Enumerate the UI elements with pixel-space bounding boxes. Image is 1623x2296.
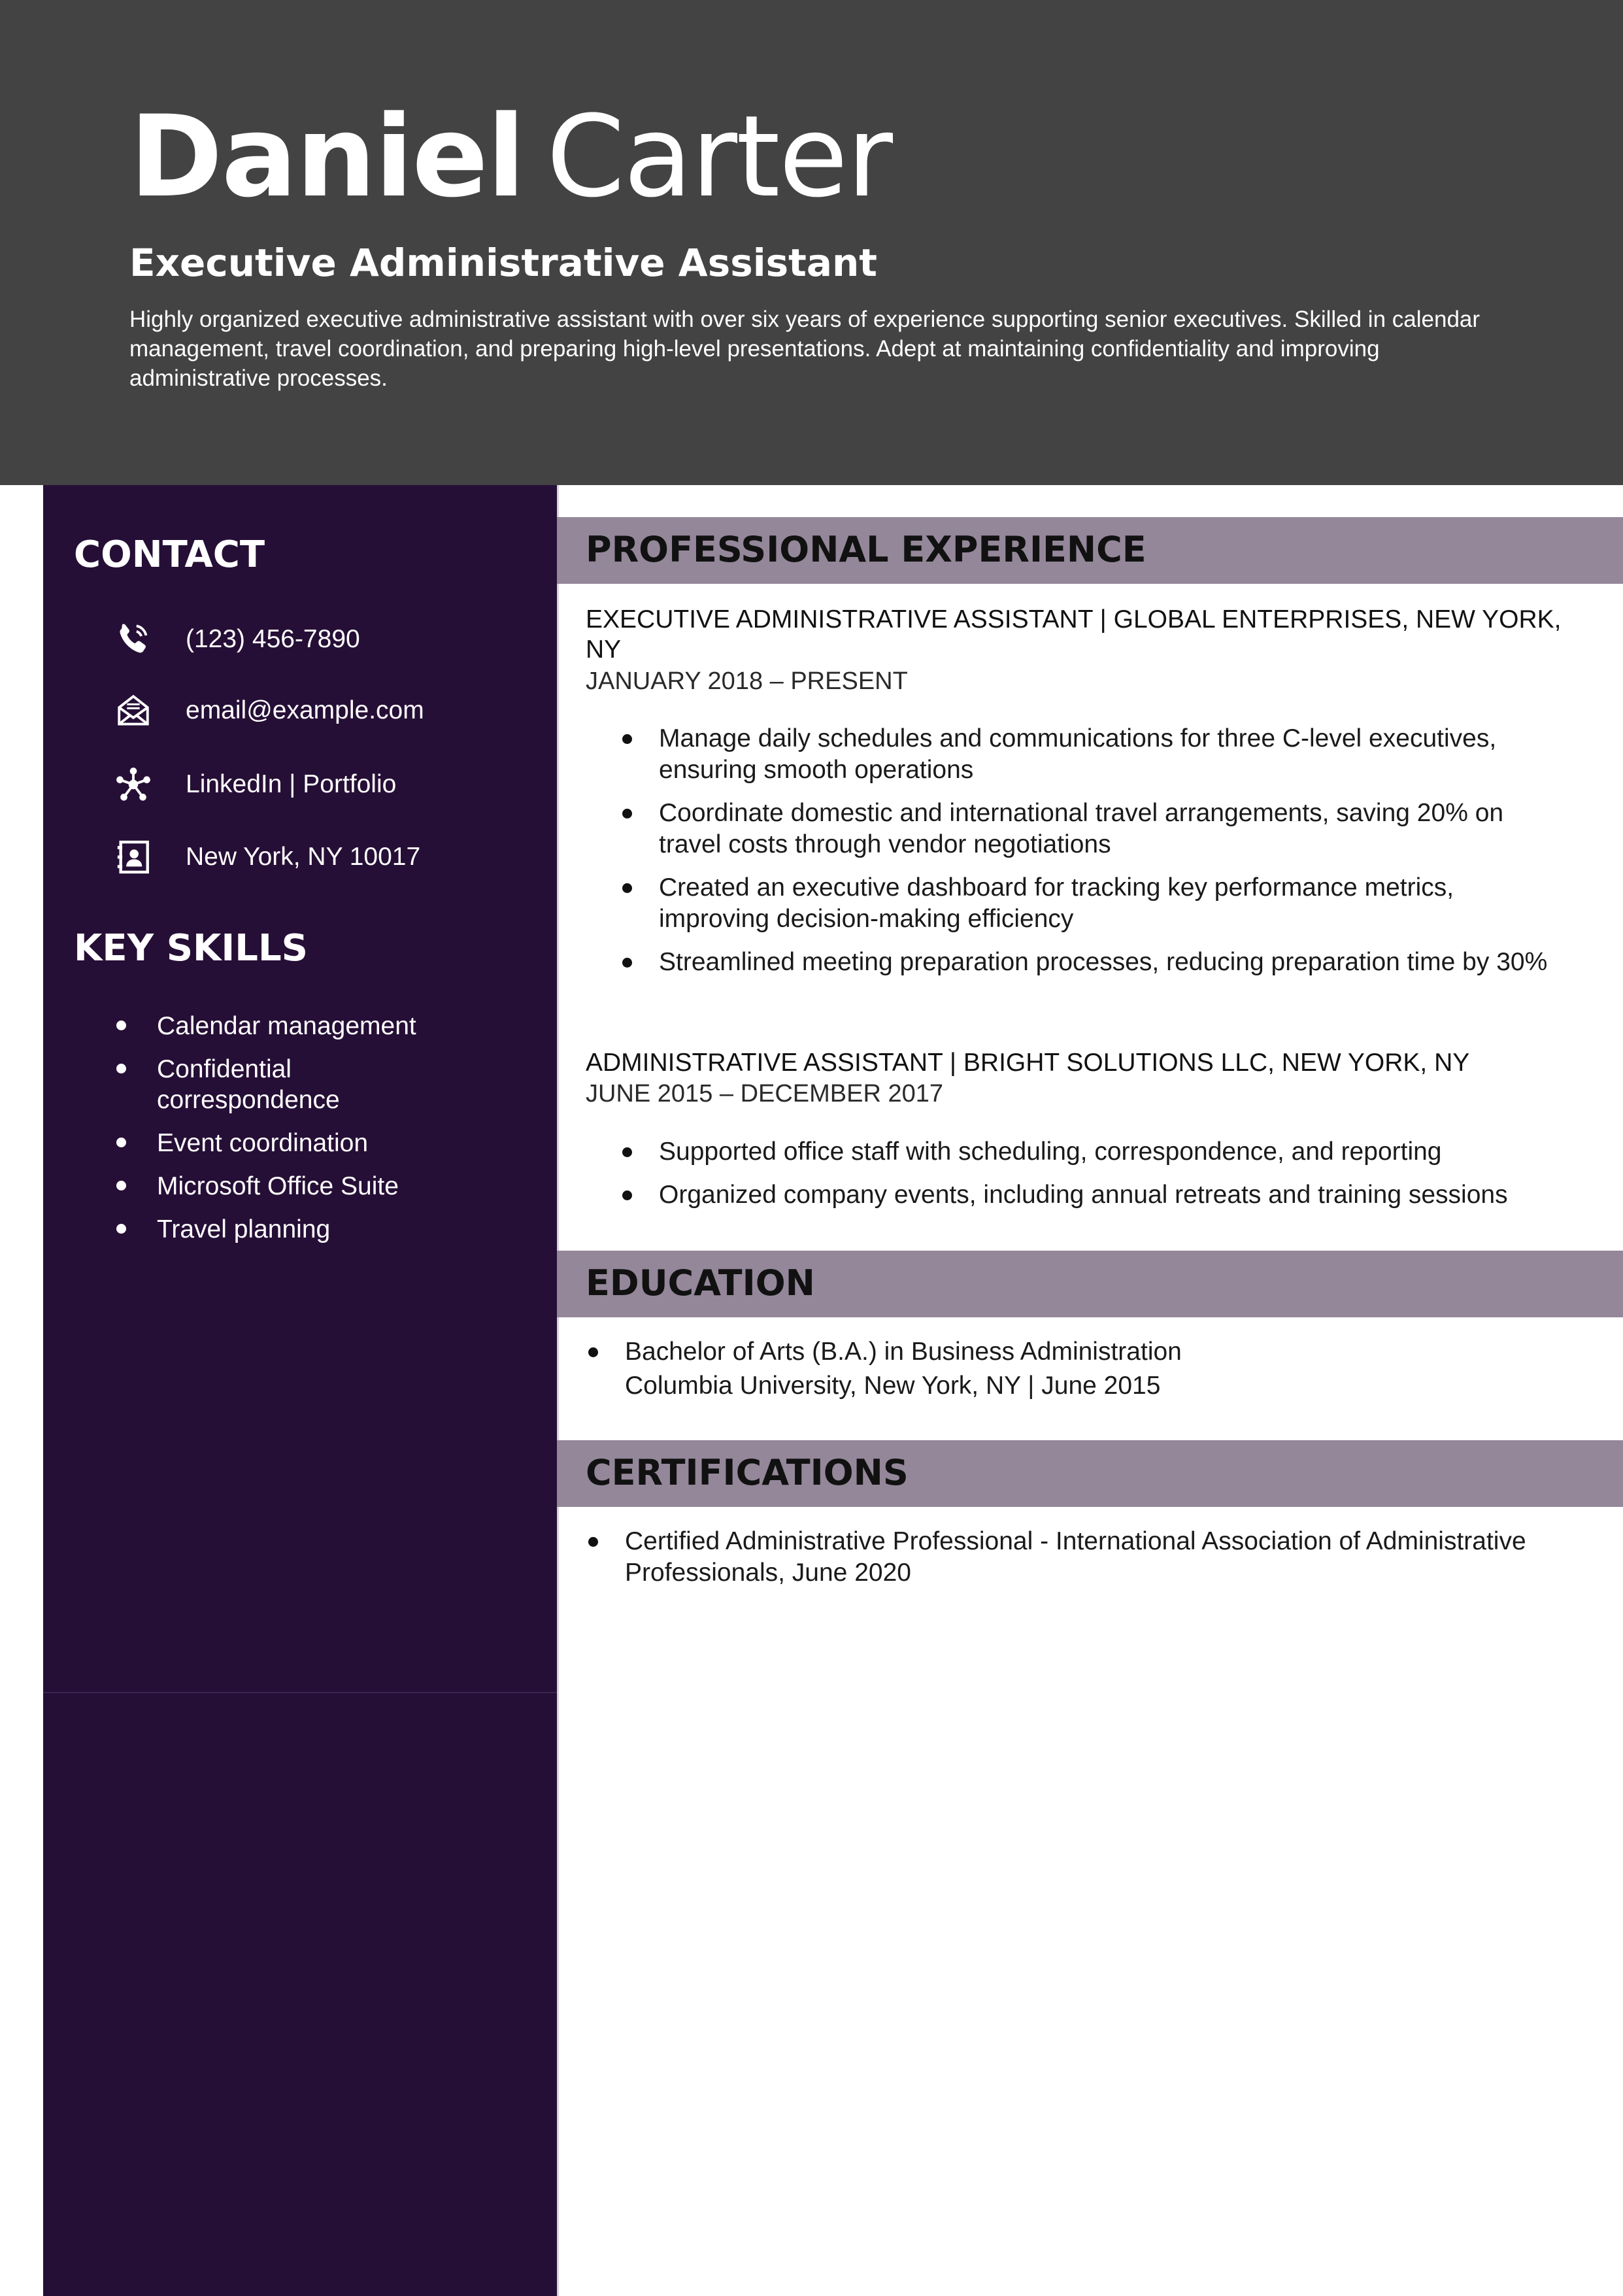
email-address: email@example.com xyxy=(186,696,424,724)
list-item: Created an executive dashboard for track… xyxy=(621,872,1562,935)
list-item: Streamlined meeting preparation processe… xyxy=(621,947,1562,978)
job-dates: JANUARY 2018 – PRESENT xyxy=(586,667,908,695)
list-item: Event coordination xyxy=(114,1128,532,1158)
phone-icon xyxy=(114,620,153,659)
bullet-icon xyxy=(116,1181,126,1190)
bullet-icon xyxy=(622,958,632,968)
bullet-icon xyxy=(622,883,632,893)
bullet-icon xyxy=(116,1224,126,1234)
network-icon xyxy=(114,765,153,804)
job-bullets: Manage daily schedules and communication… xyxy=(621,723,1562,990)
job-bullets: Supported office staff with scheduling, … xyxy=(621,1136,1601,1223)
column-divider xyxy=(557,485,559,2296)
first-name: Daniel xyxy=(129,91,526,222)
resume-header: Daniel Carter Executive Administrative As… xyxy=(0,0,1623,485)
location: New York, NY 10017 xyxy=(186,843,421,871)
list-item: Certified Administrative Professional - … xyxy=(587,1526,1594,1589)
linkedin-portfolio-links: LinkedIn | Portfolio xyxy=(186,770,397,798)
list-item: Supported office staff with scheduling, … xyxy=(621,1136,1601,1168)
contact-heading: CONTACT xyxy=(74,533,265,576)
school: Columbia University, New York, NY | June… xyxy=(625,1372,1161,1400)
section-title: PROFESSIONAL EXPERIENCE xyxy=(586,529,1146,570)
sidebar xyxy=(43,485,557,2296)
section-header-certifications: CERTIFICATIONS xyxy=(557,1440,1623,1507)
section-title: CERTIFICATIONS xyxy=(586,1452,909,1493)
last-name: Carter xyxy=(546,91,893,222)
bullet-icon xyxy=(588,1537,598,1547)
list-item: Organized company events, including annu… xyxy=(621,1179,1601,1211)
professional-summary: Highly organized executive administrativ… xyxy=(129,307,1481,391)
bullet-icon xyxy=(116,1138,126,1147)
envelope-icon xyxy=(114,691,153,730)
key-skills-heading: KEY SKILLS xyxy=(74,927,308,970)
list-item: Manage daily schedules and communication… xyxy=(621,723,1562,786)
skills-list: Calendar management Confidential corresp… xyxy=(114,1011,532,1257)
job-title-line: ADMINISTRATIVE ASSISTANT | BRIGHT SOLUTI… xyxy=(586,1049,1470,1077)
contact-address: New York, NY 10017 xyxy=(114,834,532,880)
sidebar-divider xyxy=(43,1692,557,1693)
job-dates: JUNE 2015 – DECEMBER 2017 xyxy=(586,1080,944,1107)
contact-email[interactable]: email@example.com xyxy=(114,688,532,734)
contact-links[interactable]: LinkedIn | Portfolio xyxy=(114,762,532,807)
job-title-line: EXECUTIVE ADMINISTRATIVE ASSISTANT | GLO… xyxy=(586,605,1562,664)
contact-phone[interactable]: (123) 456-7890 xyxy=(114,616,532,662)
list-item: Bachelor of Arts (B.A.) in Business Admi… xyxy=(587,1335,1567,1403)
bullet-icon xyxy=(622,809,632,819)
certifications-list: Certified Administrative Professional - … xyxy=(587,1526,1594,1600)
list-item: Microsoft Office Suite xyxy=(114,1171,532,1202)
bullet-icon xyxy=(588,1347,598,1357)
bullet-icon xyxy=(622,734,632,744)
section-title: EDUCATION xyxy=(586,1262,815,1304)
bullet-icon xyxy=(116,1064,126,1073)
address-book-icon xyxy=(114,837,153,877)
list-item: Calendar management xyxy=(114,1011,532,1041)
phone-number: (123) 456-7890 xyxy=(186,625,360,653)
education-list: Bachelor of Arts (B.A.) in Business Admi… xyxy=(587,1335,1567,1415)
list-item: Travel planning xyxy=(114,1214,532,1245)
job-title: Executive Administrative Assistant xyxy=(129,241,878,285)
candidate-name: Daniel Carter xyxy=(129,91,893,222)
list-item: Confidential correspondence xyxy=(114,1054,532,1115)
section-header-education: EDUCATION xyxy=(557,1251,1623,1317)
degree: Bachelor of Arts (B.A.) in Business Admi… xyxy=(625,1338,1182,1366)
section-header-experience: PROFESSIONAL EXPERIENCE xyxy=(557,517,1623,584)
bullet-icon xyxy=(622,1147,632,1157)
bullet-icon xyxy=(622,1190,632,1200)
list-item: Coordinate domestic and international tr… xyxy=(621,798,1562,860)
bullet-icon xyxy=(116,1021,126,1030)
